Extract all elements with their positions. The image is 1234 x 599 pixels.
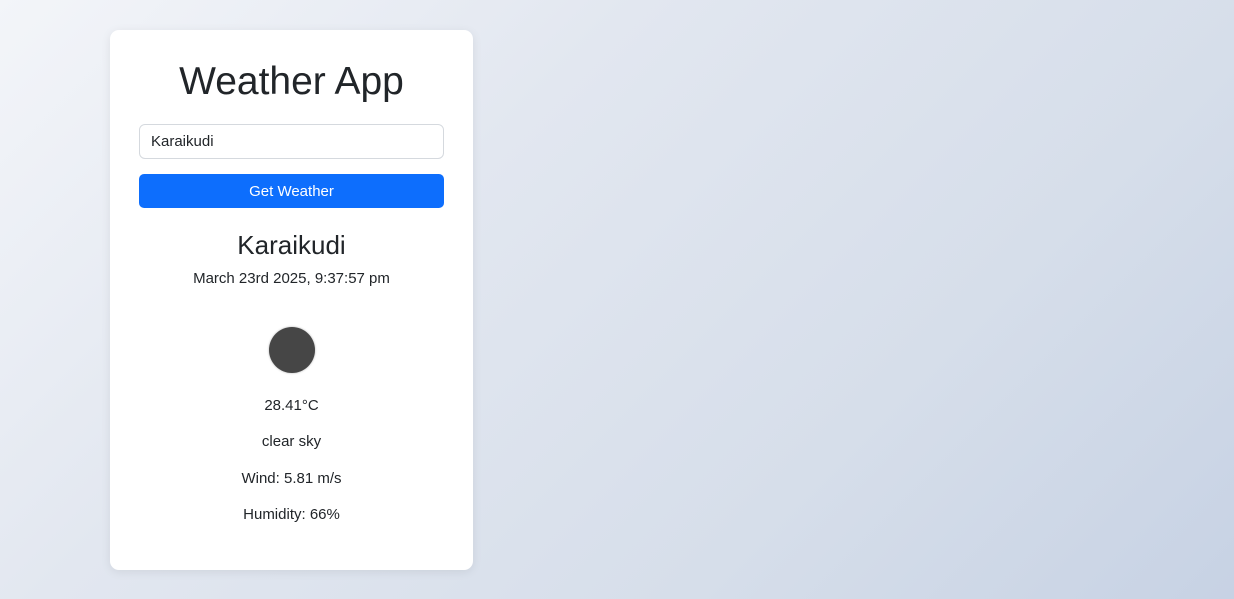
city-input[interactable] — [139, 124, 444, 159]
weather-datetime: March 23rd 2025, 9:37:57 pm — [193, 270, 390, 287]
wind-value: Wind: 5.81 m/s — [241, 470, 342, 487]
humidity-value: Humidity: 66% — [243, 506, 340, 523]
city-name: Karaikudi — [237, 230, 346, 260]
get-weather-button[interactable]: Get Weather — [139, 174, 444, 208]
app-title: Weather App — [179, 60, 404, 103]
weather-card: Weather App Get Weather Karaikudi March … — [110, 30, 473, 570]
temperature-value: 28.41°C — [264, 397, 319, 414]
weather-icon — [269, 327, 315, 373]
weather-description: clear sky — [261, 433, 322, 450]
